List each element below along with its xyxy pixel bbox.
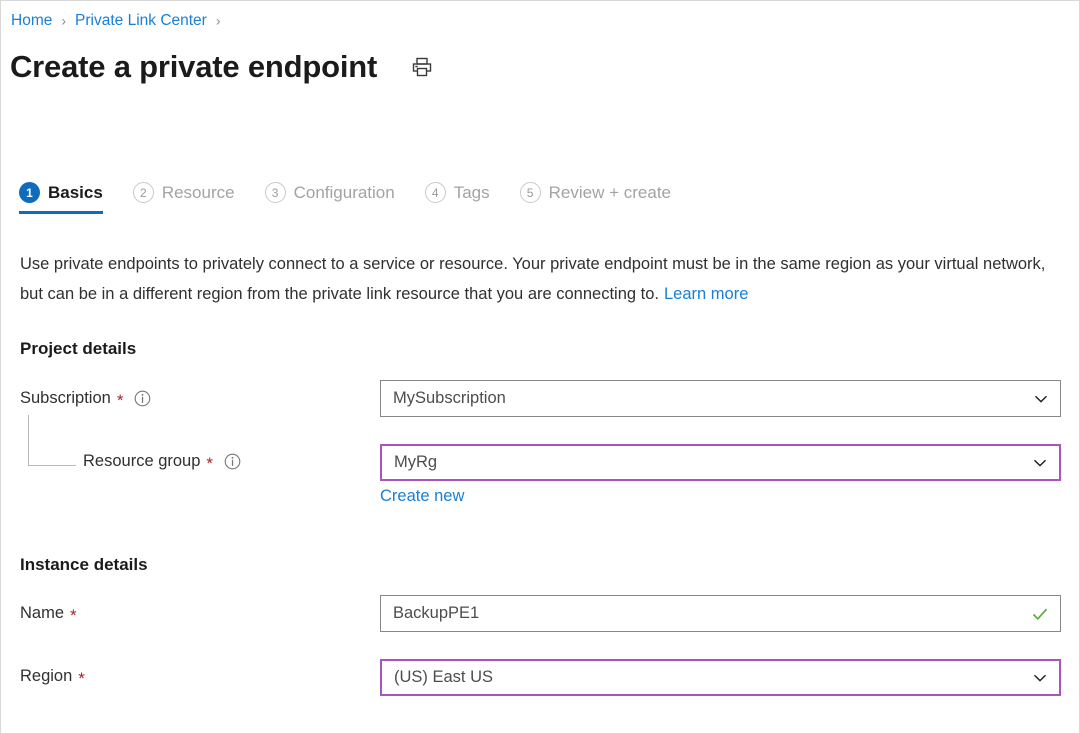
breadcrumb-chevron-icon-2: › [215, 12, 221, 29]
wizard-tabs: 1 Basics 2 Resource 3 Configuration 4 Ta… [19, 182, 701, 214]
name-label: Name * [20, 604, 77, 625]
tab-resource-label: Resource [161, 182, 235, 202]
tab-review-create[interactable]: 5 Review + create [519, 182, 672, 214]
page-header: Create a private endpoint [10, 47, 437, 87]
chevron-down-icon [1032, 390, 1050, 408]
name-required-marker: * [70, 606, 77, 625]
tab-review-create-label: Review + create [548, 182, 672, 202]
print-icon[interactable] [407, 52, 437, 82]
breadcrumb-chevron-icon: › [61, 12, 67, 29]
tab-tags-label: Tags [453, 182, 490, 202]
breadcrumb-item-home[interactable]: Home [11, 12, 52, 30]
resource-group-info-icon[interactable] [224, 453, 241, 470]
create-new-resource-group-link[interactable]: Create new [380, 487, 464, 506]
tab-basics[interactable]: 1 Basics [19, 182, 103, 214]
tab-review-create-number: 5 [519, 182, 541, 203]
name-input-value: BackupPE1 [393, 604, 480, 622]
page-title: Create a private endpoint [10, 49, 378, 84]
chevron-down-icon-3 [1031, 669, 1049, 687]
create-private-endpoint-page: Home › Private Link Center › Create a pr… [0, 0, 1080, 734]
check-icon [1030, 604, 1050, 624]
section-heading-instance-details: Instance details [20, 555, 148, 574]
subscription-required-marker: * [116, 391, 124, 410]
section-heading-project-details: Project details [20, 339, 137, 358]
region-required-marker: * [78, 669, 85, 688]
subscription-selected-value: MySubscription [393, 389, 506, 407]
subscription-dropdown[interactable]: MySubscription [380, 380, 1061, 417]
region-label-text: Region [20, 667, 73, 685]
tab-configuration-number: 3 [264, 182, 286, 203]
tab-resource[interactable]: 2 Resource [132, 182, 235, 214]
breadcrumb: Home › Private Link Center › [11, 9, 230, 33]
resource-group-selected-value: MyRg [394, 453, 438, 471]
tab-basics-label: Basics [48, 182, 103, 202]
tab-configuration[interactable]: 3 Configuration [264, 182, 395, 214]
page-description-text: Use private endpoints to privately conne… [20, 255, 1046, 303]
subscription-label-text: Subscription [20, 389, 111, 407]
learn-more-link[interactable]: Learn more [664, 285, 748, 303]
resource-group-label: Resource group * [83, 452, 241, 473]
resource-group-dropdown[interactable]: MyRg [380, 444, 1061, 481]
tab-configuration-label: Configuration [293, 182, 395, 202]
breadcrumb-item-private-link-center[interactable]: Private Link Center [75, 12, 207, 30]
chevron-down-icon-2 [1031, 454, 1049, 472]
region-label: Region * [20, 667, 85, 688]
resource-group-tree-connector [28, 415, 76, 466]
subscription-info-icon[interactable] [134, 390, 151, 407]
region-dropdown[interactable]: (US) East US [380, 659, 1061, 696]
name-label-text: Name [20, 604, 65, 622]
tab-resource-number: 2 [132, 182, 154, 203]
name-input[interactable]: BackupPE1 [380, 595, 1061, 632]
subscription-label: Subscription * [20, 389, 151, 410]
tab-basics-number: 1 [19, 182, 40, 203]
tab-tags[interactable]: 4 Tags [424, 182, 490, 214]
region-selected-value: (US) East US [394, 668, 494, 686]
resource-group-label-text: Resource group [83, 452, 201, 470]
page-description: Use private endpoints to privately conne… [20, 249, 1060, 309]
resource-group-required-marker: * [206, 454, 214, 473]
tab-tags-number: 4 [424, 182, 446, 203]
